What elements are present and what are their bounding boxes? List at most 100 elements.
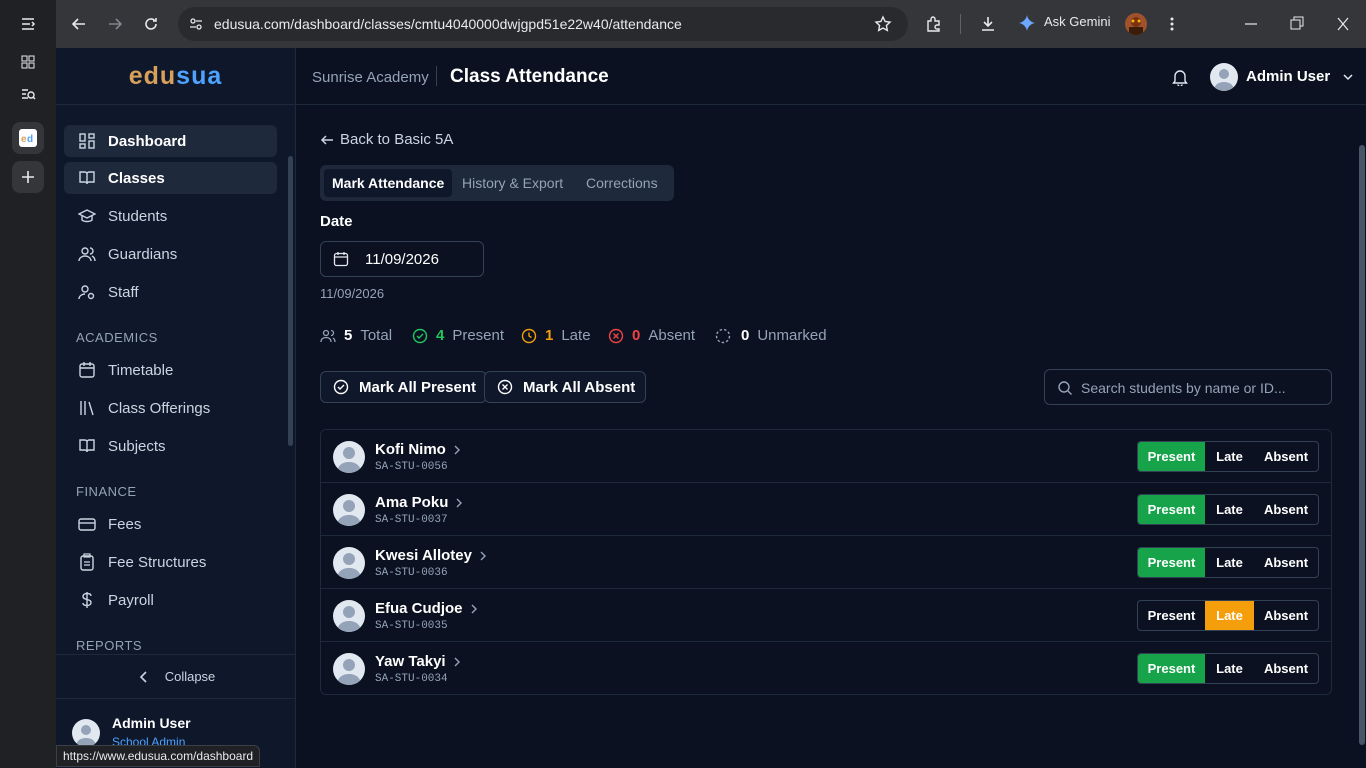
sidebar-item-subjects[interactable]: Subjects bbox=[64, 430, 277, 462]
student-search[interactable] bbox=[1044, 369, 1332, 405]
profile-avatar[interactable] bbox=[1125, 13, 1147, 35]
forward-arrow-icon[interactable] bbox=[103, 12, 127, 36]
search-icon bbox=[1058, 381, 1072, 395]
sidebar-item-fees[interactable]: Fees bbox=[64, 508, 277, 540]
tab-search-icon[interactable] bbox=[12, 78, 44, 110]
sidebar: edu sua Dashboard Classes Students Guardi… bbox=[56, 48, 296, 768]
sidebar-item-fee-structures[interactable]: Fee Structures bbox=[64, 546, 277, 578]
gemini-icon[interactable] bbox=[1018, 14, 1036, 32]
sidebar-item-students[interactable]: Students bbox=[64, 200, 277, 232]
stat-unmarked: 0 Unmarked bbox=[715, 327, 827, 344]
breadcrumb-school[interactable]: Sunrise Academy bbox=[312, 69, 429, 86]
student-id: SA-STU-0037 bbox=[375, 514, 448, 526]
sidebar-item-guardians[interactable]: Guardians bbox=[64, 238, 277, 270]
status-late-button[interactable]: Late bbox=[1205, 548, 1254, 577]
address-url[interactable]: edusua.com/dashboard/classes/cmtu4040000… bbox=[214, 16, 682, 32]
header-avatar[interactable] bbox=[1210, 63, 1238, 91]
tab-mark-attendance[interactable]: Mark Attendance bbox=[324, 169, 453, 197]
date-label: Date bbox=[320, 213, 353, 230]
status-present-button[interactable]: Present bbox=[1138, 601, 1205, 630]
chevron-right-icon bbox=[480, 551, 486, 560]
brand-logo[interactable]: edu sua bbox=[56, 48, 295, 105]
restore-icon[interactable] bbox=[1290, 14, 1304, 34]
back-to-class-link[interactable]: Back to Basic 5A bbox=[320, 131, 453, 148]
header-user-name[interactable]: Admin User bbox=[1246, 68, 1330, 85]
status-late-button[interactable]: Late bbox=[1205, 442, 1254, 471]
close-window-icon[interactable] bbox=[1336, 14, 1350, 34]
back-arrow-icon[interactable] bbox=[67, 12, 91, 36]
reload-icon[interactable] bbox=[139, 12, 163, 36]
sidebar-item-class-offerings[interactable]: Class Offerings bbox=[64, 392, 277, 424]
chevron-right-icon bbox=[471, 604, 477, 613]
stat-total: 5 Total bbox=[320, 327, 392, 344]
collapse-sidebar-button[interactable]: Collapse bbox=[56, 654, 296, 698]
status-absent-button[interactable]: Absent bbox=[1254, 495, 1318, 524]
sidebar-nav: Dashboard Classes Students Guardians Sta… bbox=[56, 120, 296, 650]
student-name-link[interactable]: Efua Cudjoe bbox=[375, 600, 479, 617]
arrow-left-icon bbox=[320, 134, 333, 145]
book-icon bbox=[79, 171, 95, 185]
table-row: Efua Cudjoe SA-STU-0035 Present Late Absent bbox=[321, 589, 1331, 642]
tab-corrections[interactable]: Corrections bbox=[578, 169, 666, 197]
bookmark-star-icon[interactable] bbox=[874, 15, 892, 33]
card-icon bbox=[78, 518, 96, 531]
mark-all-present-button[interactable]: Mark All Present bbox=[320, 371, 487, 403]
edusua-tab-favicon-icon[interactable]: ed bbox=[12, 122, 44, 154]
sidebar-scrollbar[interactable] bbox=[288, 156, 293, 446]
sidebar-item-dashboard[interactable]: Dashboard bbox=[64, 125, 277, 157]
student-name-link[interactable]: Ama Poku bbox=[375, 494, 464, 511]
check-circle-icon bbox=[333, 379, 349, 395]
status-present-button[interactable]: Present bbox=[1138, 495, 1205, 524]
browser-vertical-tabs: ed bbox=[0, 0, 56, 768]
attendance-status-toggle: Present Late Absent bbox=[1137, 494, 1319, 525]
status-absent-button[interactable]: Absent bbox=[1254, 601, 1318, 630]
status-late-button[interactable]: Late bbox=[1205, 654, 1254, 683]
minimize-icon[interactable] bbox=[1244, 14, 1258, 34]
mark-all-absent-button[interactable]: Mark All Absent bbox=[484, 371, 647, 403]
student-id: SA-STU-0035 bbox=[375, 620, 448, 632]
status-present-button[interactable]: Present bbox=[1138, 654, 1205, 683]
check-circle-icon bbox=[412, 328, 428, 343]
stat-absent: 0 Absent bbox=[608, 327, 695, 344]
browser-toolbar: edusua.com/dashboard/classes/cmtu4040000… bbox=[56, 0, 1366, 48]
status-late-button[interactable]: Late bbox=[1205, 495, 1254, 524]
clock-icon bbox=[521, 328, 537, 343]
download-icon[interactable] bbox=[976, 12, 1000, 36]
tab-grid-icon[interactable] bbox=[12, 46, 44, 78]
browser-menu-icon[interactable] bbox=[1160, 12, 1184, 36]
new-tab-icon[interactable] bbox=[12, 161, 44, 193]
extensions-icon[interactable] bbox=[922, 12, 946, 36]
sidebar-item-payroll[interactable]: Payroll bbox=[64, 584, 277, 616]
ask-gemini-button[interactable]: Ask Gemini bbox=[1044, 14, 1110, 29]
section-finance: FINANCE bbox=[76, 484, 137, 499]
address-bar[interactable]: edusua.com/dashboard/classes/cmtu4040000… bbox=[178, 7, 908, 41]
student-name-link[interactable]: Kofi Nimo bbox=[375, 441, 462, 458]
stat-late: 1 Late bbox=[521, 327, 591, 344]
main-scrollbar[interactable] bbox=[1359, 145, 1365, 745]
status-absent-button[interactable]: Absent bbox=[1254, 548, 1318, 577]
status-absent-button[interactable]: Absent bbox=[1254, 442, 1318, 471]
site-settings-icon[interactable] bbox=[188, 16, 204, 32]
tab-strip-toggle-icon[interactable] bbox=[12, 8, 44, 40]
student-name-link[interactable]: Kwesi Allotey bbox=[375, 547, 488, 564]
app-root: edu sua Dashboard Classes Students Guardi… bbox=[56, 48, 1366, 768]
status-present-button[interactable]: Present bbox=[1138, 548, 1205, 577]
date-picker[interactable]: 11/09/2026 bbox=[320, 241, 484, 277]
chevron-down-icon[interactable] bbox=[1342, 71, 1354, 83]
student-name-link[interactable]: Yaw Takyi bbox=[375, 653, 462, 670]
section-reports: REPORTS bbox=[76, 638, 143, 650]
status-absent-button[interactable]: Absent bbox=[1254, 654, 1318, 683]
sidebar-item-timetable[interactable]: Timetable bbox=[64, 354, 277, 386]
tab-history-export[interactable]: History & Export bbox=[454, 169, 571, 197]
status-late-button[interactable]: Late bbox=[1205, 601, 1254, 630]
chevron-right-icon bbox=[454, 657, 460, 666]
sidebar-user-name: Admin User bbox=[112, 715, 191, 731]
toolbar-divider bbox=[960, 14, 961, 34]
calendar-icon bbox=[79, 362, 95, 378]
search-input[interactable] bbox=[1081, 378, 1321, 398]
sidebar-item-staff[interactable]: Staff bbox=[64, 276, 277, 308]
sidebar-item-classes[interactable]: Classes bbox=[64, 162, 277, 194]
notification-bell-icon[interactable] bbox=[1172, 68, 1188, 86]
chevron-right-icon bbox=[454, 445, 460, 454]
status-present-button[interactable]: Present bbox=[1138, 442, 1205, 471]
